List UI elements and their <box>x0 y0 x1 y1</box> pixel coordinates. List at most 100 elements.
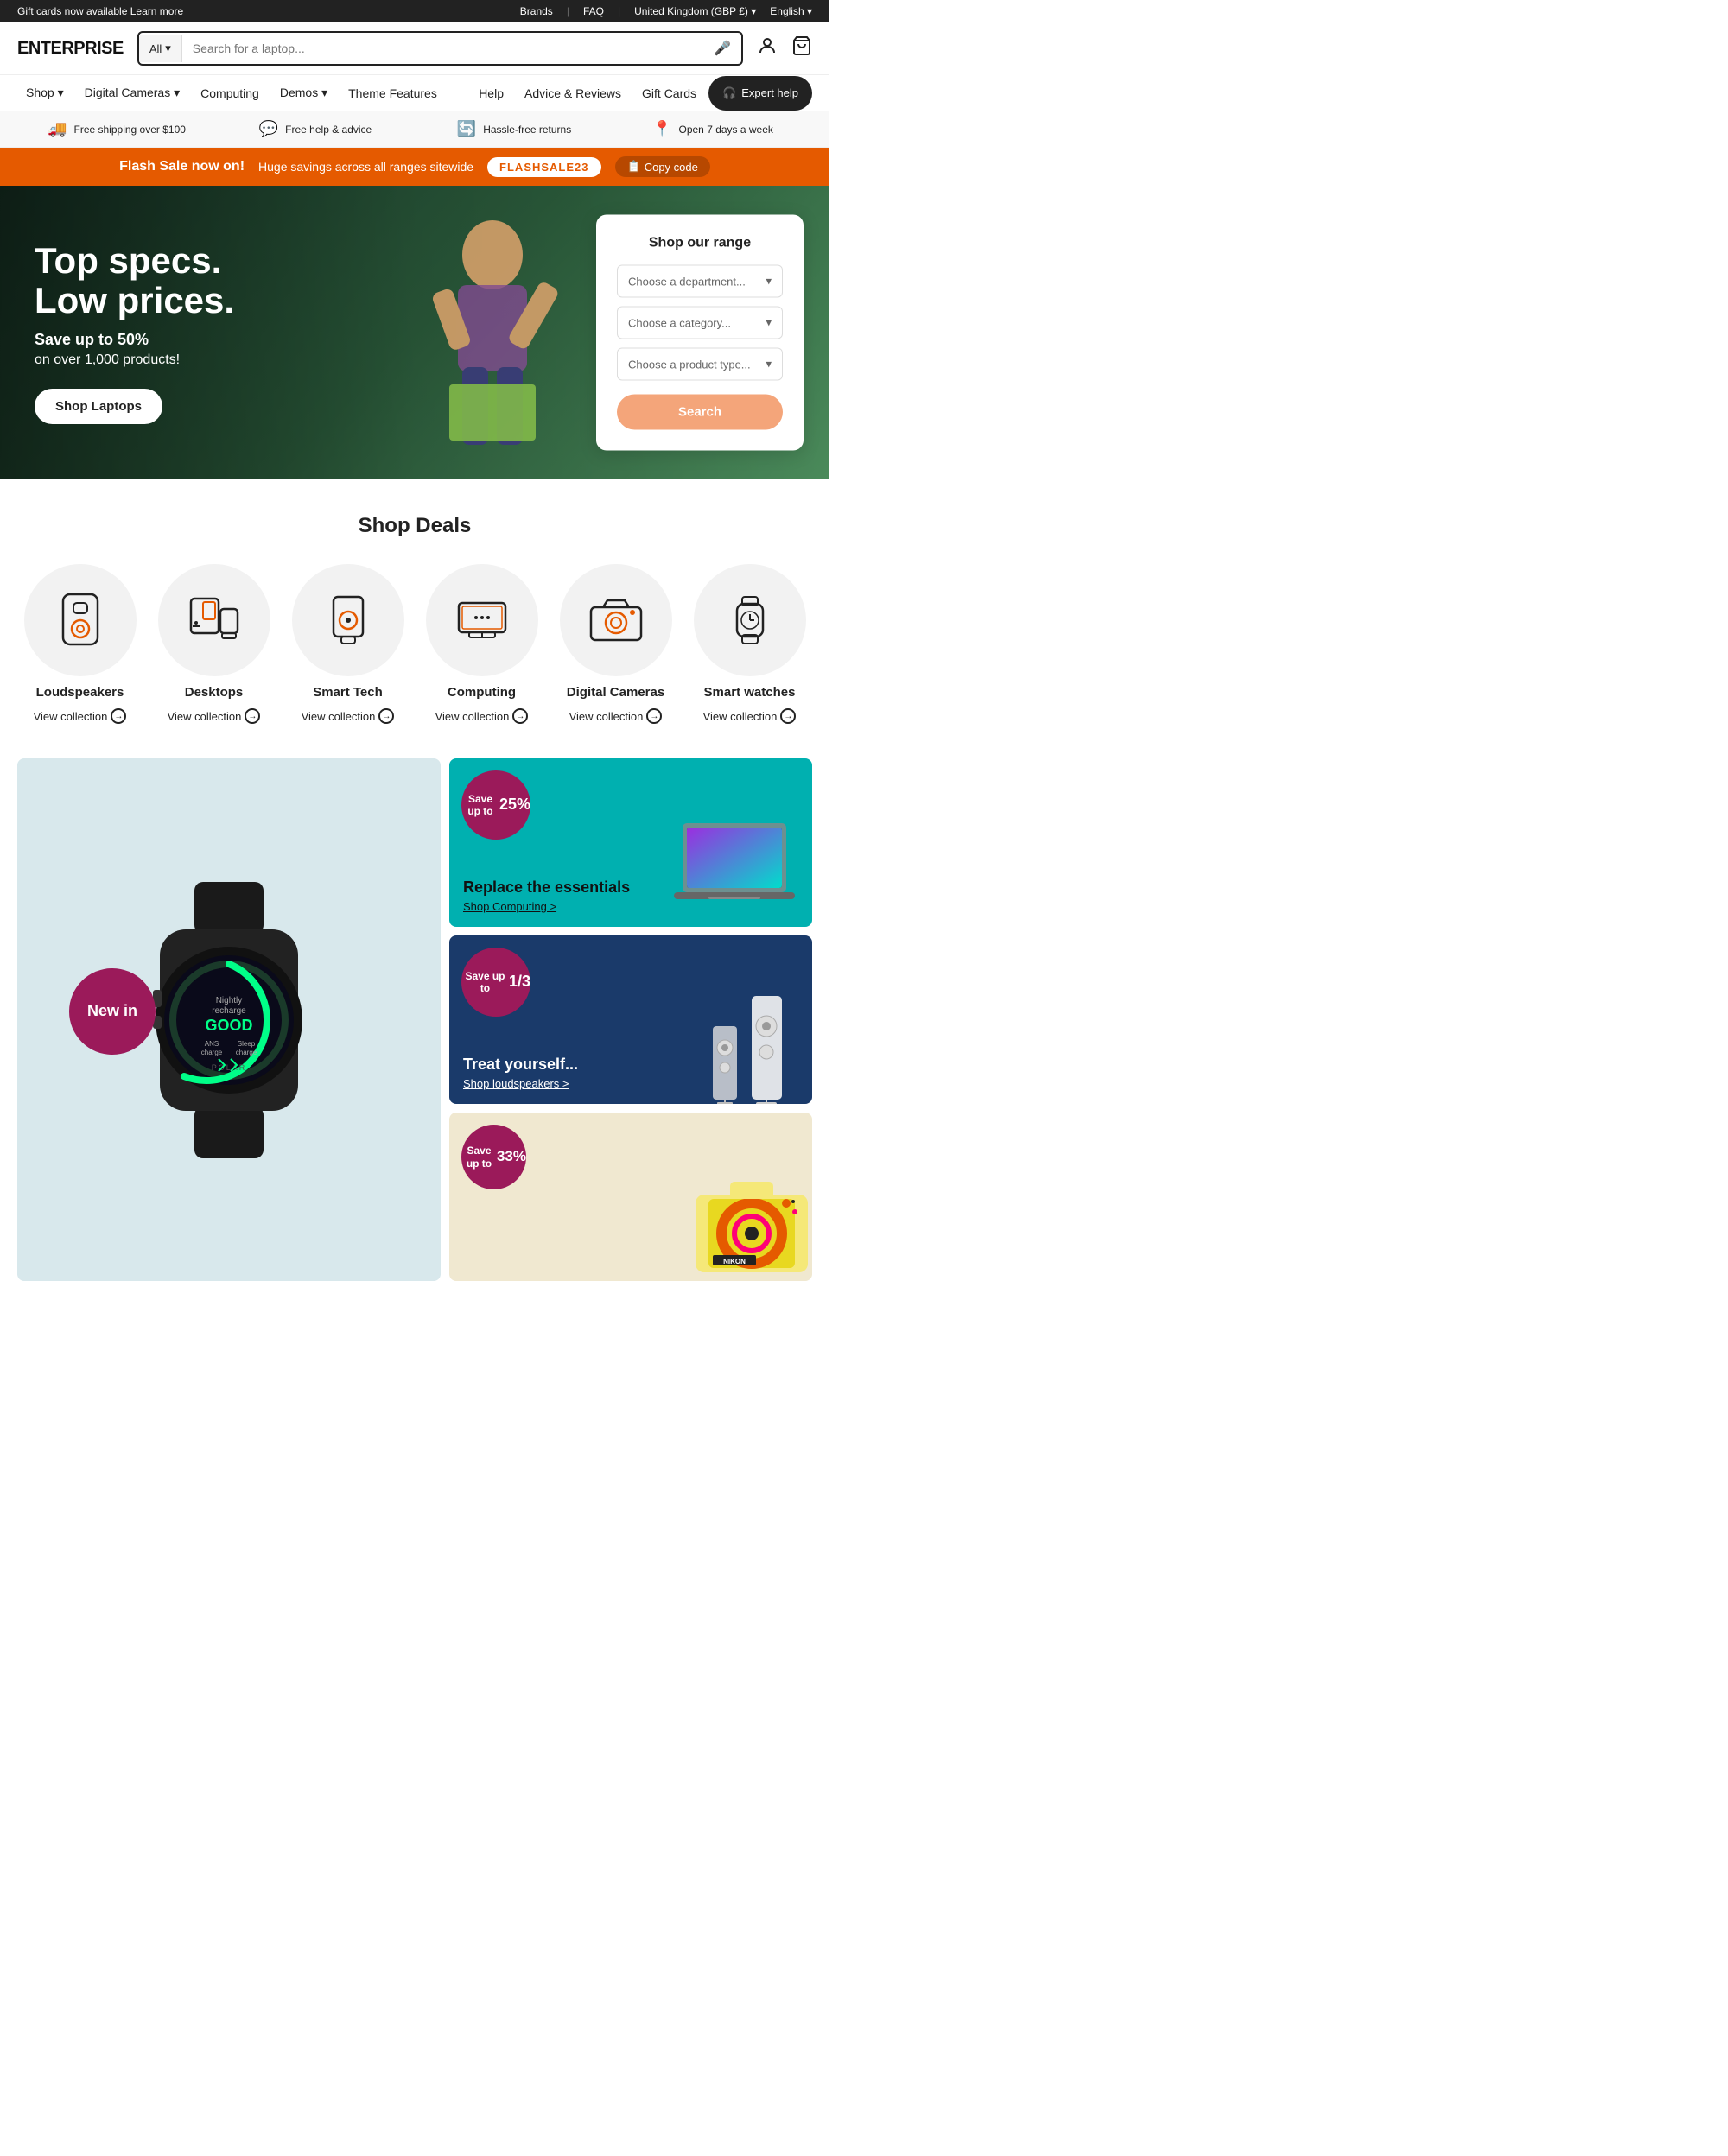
dept-chevron-icon: ▾ <box>766 275 772 289</box>
deal-computing[interactable]: Computing View collection → <box>419 564 544 724</box>
benefit-hours-text: Open 7 days a week <box>679 124 773 136</box>
nav-gift-cards[interactable]: Gift Cards <box>633 76 705 111</box>
expert-help-button[interactable]: 🎧 Expert help <box>708 76 812 111</box>
new-in-text: New in <box>87 1002 137 1020</box>
deal-computing-name: Computing <box>448 685 516 700</box>
hero-title-line2: Low prices. <box>35 280 234 320</box>
benefit-advice: 💬 Free help & advice <box>216 120 415 138</box>
nav-right: Help Advice & Reviews Gift Cards 🎧 Exper… <box>470 76 812 111</box>
deal-desktops-name: Desktops <box>185 685 244 700</box>
promo-replace-essentials[interactable]: Save up to25% Replace the essentials <box>449 758 812 927</box>
type-chevron-icon: ▾ <box>766 358 772 371</box>
flash-sale-bar: Flash Sale now on! Huge savings across a… <box>0 148 829 186</box>
search-category-label: All <box>149 42 162 55</box>
expert-help-label: Expert help <box>741 86 798 99</box>
top-bar: Gift cards now available Learn more Bran… <box>0 0 829 22</box>
nav-computing[interactable]: Computing <box>192 75 268 111</box>
nav-advice-reviews[interactable]: Advice & Reviews <box>516 76 630 111</box>
nav-shop[interactable]: Shop ▾ <box>17 75 73 111</box>
speaker-illustration <box>700 992 804 1104</box>
shop-deals-title: Shop Deals <box>17 514 812 538</box>
cat-chevron-icon: ▾ <box>766 316 772 330</box>
headset-icon: 🎧 <box>722 86 736 100</box>
hero-title-line1: Top specs. <box>35 240 221 281</box>
promo-bottom-row: Save up to33% NIKON <box>449 1113 812 1281</box>
nav-theme-features[interactable]: Theme Features <box>340 75 446 111</box>
promo-treat-yourself[interactable]: Save up to1/3 Treat yourself. <box>449 935 812 1104</box>
shop-range-search-button[interactable]: Search <box>617 395 783 430</box>
account-icon[interactable] <box>757 35 778 61</box>
nav-demos[interactable]: Demos ▾ <box>271 75 336 111</box>
promo-camera[interactable]: Save up to33% NIKON <box>449 1113 812 1281</box>
deal-digital-cameras-link[interactable]: View collection → <box>569 708 663 724</box>
save-25-badge: Save up to25% <box>461 770 530 840</box>
benefit-returns: 🔄 Hassle-free returns <box>415 120 613 138</box>
smart-tech-arrow-icon: → <box>378 708 394 724</box>
chevron-down-icon: ▾ <box>165 41 171 55</box>
promo-replace-link[interactable]: Shop Computing > <box>463 900 630 913</box>
copy-code-label: Copy code <box>645 161 698 174</box>
deal-desktops[interactable]: Desktops View collection → <box>151 564 276 724</box>
department-dropdown[interactable]: Choose a department... ▾ <box>617 265 783 298</box>
benefit-shipping: 🚚 Free shipping over $100 <box>17 120 216 138</box>
main-nav: Shop ▾ Digital Cameras ▾ Computing Demos… <box>0 75 829 111</box>
microphone-icon[interactable]: 🎤 <box>703 33 741 64</box>
svg-text:recharge: recharge <box>212 1006 246 1016</box>
shipping-icon: 🚚 <box>48 120 67 138</box>
shop-laptops-button[interactable]: Shop Laptops <box>35 389 162 424</box>
brands-link[interactable]: Brands <box>520 5 553 17</box>
computing-icon-circle <box>426 564 538 676</box>
digital-cameras-arrow-icon: → <box>646 708 662 724</box>
save-third-badge: Save up to1/3 <box>461 948 530 1017</box>
category-dropdown[interactable]: Choose a category... ▾ <box>617 307 783 339</box>
svg-text:GOOD: GOOD <box>205 1017 252 1034</box>
deal-desktops-link[interactable]: View collection → <box>168 708 261 724</box>
svg-text:ANS: ANS <box>205 1040 219 1048</box>
search-bar: All ▾ 🎤 <box>137 31 743 66</box>
deal-computing-link[interactable]: View collection → <box>435 708 529 724</box>
desktops-icon-circle <box>158 564 270 676</box>
deal-smart-watches-link[interactable]: View collection → <box>703 708 797 724</box>
nikon-camera-illustration: NIKON <box>683 1169 812 1281</box>
deal-smart-tech[interactable]: Smart Tech View collection → <box>285 564 410 724</box>
region-selector[interactable]: United Kingdom (GBP £) ▾ <box>634 5 756 17</box>
deal-loudspeakers-link[interactable]: View collection → <box>34 708 127 724</box>
deals-grid: Loudspeakers View collection → Desktops <box>17 564 812 724</box>
shop-range-title: Shop our range <box>617 236 783 251</box>
hero-content: Top specs. Low prices. Save up to 50% on… <box>35 241 234 424</box>
deal-smart-tech-link[interactable]: View collection → <box>302 708 395 724</box>
svg-text:NIKON: NIKON <box>723 1258 746 1265</box>
deal-loudspeakers[interactable]: Loudspeakers View collection → <box>17 564 143 724</box>
learn-more-link[interactable]: Learn more <box>130 5 183 17</box>
language-selector[interactable]: English ▾ <box>770 5 812 17</box>
benefit-hours: 📍 Open 7 days a week <box>613 120 812 138</box>
deal-smart-watches[interactable]: Smart watches View collection → <box>687 564 812 724</box>
shop-deals-section: Shop Deals Loudspeakers View collection … <box>0 479 829 741</box>
header: ENTERPRISE All ▾ 🎤 <box>0 22 829 75</box>
loudspeakers-icon-circle <box>24 564 137 676</box>
category-label: Choose a category... <box>628 316 731 329</box>
cart-icon[interactable] <box>791 35 812 61</box>
chat-icon: 💬 <box>259 120 278 138</box>
deal-smart-tech-name: Smart Tech <box>313 685 383 700</box>
nav-help[interactable]: Help <box>470 76 512 111</box>
deal-digital-cameras[interactable]: Digital Cameras View collection → <box>553 564 678 724</box>
hero-title: Top specs. Low prices. <box>35 241 234 320</box>
loudspeakers-arrow-icon: → <box>111 708 126 724</box>
search-input[interactable] <box>182 35 703 62</box>
search-category-dropdown[interactable]: All ▾ <box>139 35 182 62</box>
header-icons <box>757 35 812 61</box>
promo-treat-link[interactable]: Shop loudspeakers > <box>463 1077 578 1090</box>
nav-digital-cameras[interactable]: Digital Cameras ▾ <box>76 75 189 111</box>
promo-new-in[interactable]: New in Nightly recharge GOOD ANS charge … <box>17 758 441 1281</box>
nav-left: Shop ▾ Digital Cameras ▾ Computing Demos… <box>17 75 470 111</box>
save-33-badge: Save up to33% <box>461 1125 526 1189</box>
svg-text:Nightly: Nightly <box>216 996 243 1005</box>
computing-arrow-icon: → <box>512 708 528 724</box>
faq-link[interactable]: FAQ <box>583 5 604 17</box>
copy-code-button[interactable]: 📋 Copy code <box>615 156 710 177</box>
logo[interactable]: ENTERPRISE <box>17 39 124 59</box>
product-type-dropdown[interactable]: Choose a product type... ▾ <box>617 348 783 381</box>
hero-sub2: on over 1,000 products! <box>35 352 234 368</box>
svg-text:Sleep: Sleep <box>238 1040 256 1048</box>
